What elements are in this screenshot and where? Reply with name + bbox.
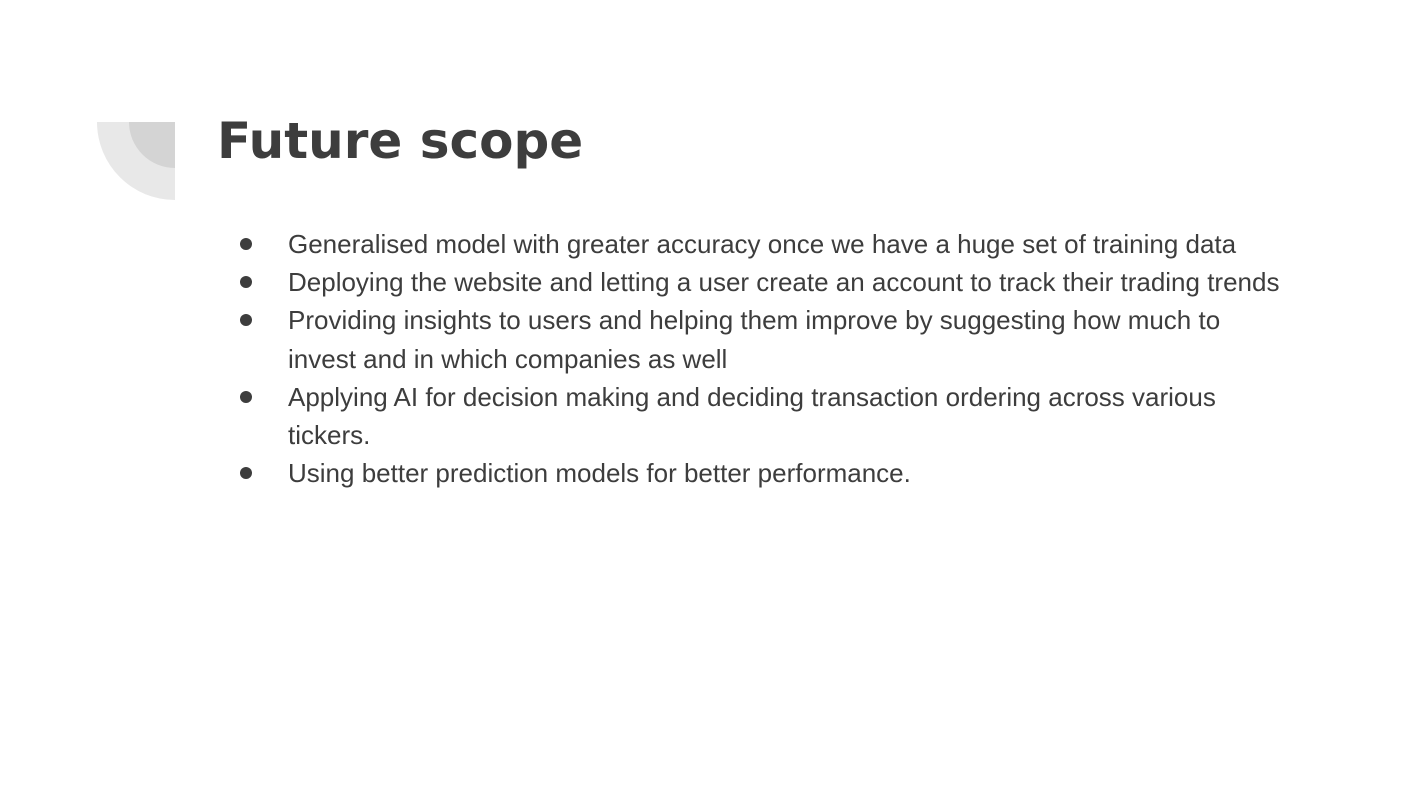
bullet-item: Providing insights to users and helping … — [240, 301, 1280, 377]
bullet-item: Deploying the website and letting a user… — [240, 263, 1280, 301]
bullet-item: Using better prediction models for bette… — [240, 454, 1280, 492]
bullet-text: Applying AI for decision making and deci… — [288, 381, 1216, 451]
bullet-text: Generalised model with greater accuracy … — [288, 229, 1237, 259]
bullet-text: Providing insights to users and helping … — [288, 305, 1221, 374]
bullet-icon — [240, 276, 252, 289]
slide-title: Future scope — [217, 112, 584, 170]
bullet-icon — [240, 390, 252, 403]
bullet-icon — [240, 238, 252, 250]
bullet-text: Using better prediction models for bette… — [288, 458, 911, 489]
bullet-item: Applying AI for decision making and deci… — [240, 378, 1280, 454]
bullet-icon — [240, 314, 252, 327]
slide: Future scope Generalised model with grea… — [0, 0, 1418, 794]
bullet-text: Deploying the website and letting a user… — [288, 267, 1280, 298]
corner-ornament-icon — [97, 122, 175, 200]
bullet-item: Generalised model with greater accuracy … — [240, 225, 1280, 263]
bullet-icon — [240, 467, 252, 480]
bullet-list: Generalised model with greater accuracy … — [240, 225, 1280, 492]
